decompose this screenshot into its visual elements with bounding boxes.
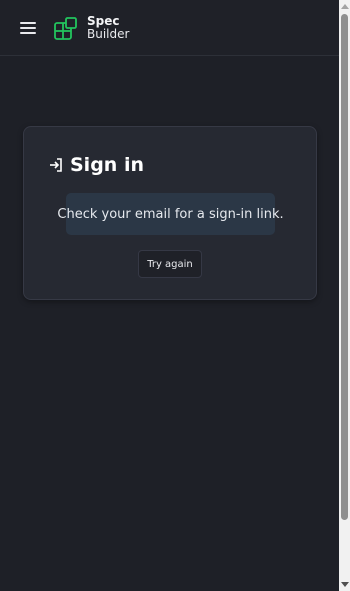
hamburger-menu-icon[interactable]	[20, 20, 36, 36]
scrollbar-thumb[interactable]	[341, 14, 348, 520]
spec-builder-logo-icon[interactable]	[54, 17, 77, 40]
vertical-scrollbar[interactable]	[339, 0, 350, 591]
card-title: Sign in	[48, 154, 144, 176]
sign-in-arrow-icon	[50, 158, 62, 172]
top-bar: Spec Builder	[0, 0, 339, 56]
sign-in-card: Sign in Check your email for a sign-in l…	[23, 126, 317, 300]
status-message: Check your email for a sign-in link.	[57, 193, 284, 235]
try-again-button[interactable]: Try again	[138, 250, 202, 278]
menu-line	[20, 27, 36, 29]
page-title: Sign in	[70, 154, 144, 176]
scroll-down-arrow-icon[interactable]	[341, 582, 349, 587]
brand-name[interactable]: Spec Builder	[87, 15, 129, 41]
scroll-up-arrow-icon[interactable]	[341, 4, 349, 9]
menu-line	[20, 32, 36, 34]
menu-line	[20, 22, 36, 24]
brand-line-2: Builder	[87, 27, 130, 41]
